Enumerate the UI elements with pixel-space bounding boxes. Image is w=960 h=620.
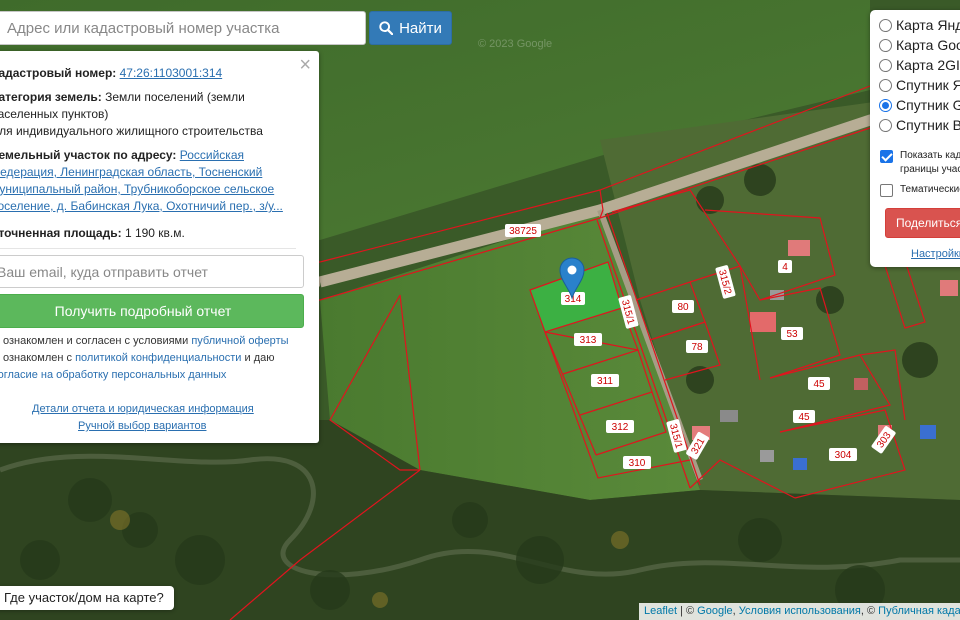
layer-label: Спутник Google — [896, 97, 960, 113]
layers-panel: Карта Яндекс Карта Google Карта 2GIS Спу… — [870, 10, 960, 267]
label-310: 310 — [623, 456, 651, 469]
svg-text:313: 313 — [580, 335, 597, 346]
share-button[interactable]: Поделиться — [885, 208, 960, 238]
personal-data-consent-link[interactable]: согласие на обработку персональных данны… — [0, 369, 226, 381]
radio-icon[interactable] — [879, 18, 892, 32]
svg-text:310: 310 — [629, 458, 646, 469]
where-on-map-button[interactable]: Где участок/дом на карте? — [0, 586, 174, 610]
checkbox-checked-icon[interactable] — [880, 150, 893, 163]
svg-text:45: 45 — [798, 412, 810, 423]
area-value: 1 190 кв.м. — [124, 226, 185, 240]
layer-yandex-map[interactable]: Карта Яндекс — [879, 17, 960, 33]
svg-text:304: 304 — [835, 450, 852, 461]
cadastral-number-link[interactable]: 47:26:1103001:314 — [120, 66, 223, 80]
label-38725: 38725 — [505, 224, 541, 237]
layer-label: Карта Google — [896, 37, 960, 53]
leaflet-link[interactable]: Leaflet — [644, 605, 677, 617]
label-45b: 45 — [793, 410, 815, 423]
privacy-policy-link[interactable]: политикой конфиденциальности — [75, 352, 241, 364]
agree-privacy-tail: и даю — [244, 352, 275, 364]
agree-offer-text: Я ознакомлен и согласен с условиями — [0, 335, 189, 347]
label-4: 4 — [778, 260, 792, 273]
cadastral-row: Кадастровый номер: 47:26:1103001:314 — [0, 65, 307, 82]
svg-text:80: 80 — [677, 302, 689, 313]
thematic-layers-toggle[interactable]: Тематические слои — [880, 183, 960, 197]
layer-yandex-satellite[interactable]: Спутник Яндекс — [879, 77, 960, 93]
label-304: 304 — [829, 448, 857, 461]
checkbox-icon[interactable] — [880, 183, 893, 197]
label-313: 313 — [574, 333, 602, 346]
label-312: 312 — [606, 420, 634, 433]
svg-text:312: 312 — [612, 422, 629, 433]
report-details-link[interactable]: Детали отчета и юридическая информация — [32, 403, 254, 415]
address-label: Земельный участок по адресу: — [0, 148, 177, 162]
label-45a: 45 — [808, 377, 830, 390]
category-label: Категория земель: — [0, 90, 102, 104]
radio-icon[interactable] — [879, 78, 892, 92]
search-icon — [379, 21, 394, 35]
pkk-link[interactable]: Публичная кадастровая карта — [878, 605, 960, 617]
layer-google-map[interactable]: Карта Google — [879, 37, 960, 53]
terms-link[interactable]: Условия использования — [739, 605, 861, 617]
layer-bing-satellite[interactable]: Спутник Bing — [879, 117, 960, 133]
settings-link[interactable]: Настройки — [911, 248, 960, 260]
parcel-info-panel: × Кадастровый номер: 47:26:1103001:314 К… — [0, 51, 319, 443]
area-row: Уточненная площадь: 1 190 кв.м. — [0, 225, 307, 242]
show-borders-line1: Показать кадастровые — [900, 150, 960, 161]
svg-text:45: 45 — [813, 379, 825, 390]
layer-2gis-map[interactable]: Карта 2GIS — [879, 57, 960, 73]
search-input[interactable] — [0, 11, 366, 45]
agreement-text: Я ознакомлен и согласен с условиями публ… — [0, 333, 308, 384]
radio-icon[interactable] — [879, 58, 892, 72]
divider — [0, 248, 296, 249]
email-field[interactable] — [0, 255, 304, 288]
public-offer-link[interactable]: публичной оферты — [191, 335, 288, 347]
search-button-label: Найти — [399, 19, 442, 37]
layer-google-satellite[interactable]: Спутник Google — [879, 97, 960, 113]
radio-icon[interactable] — [879, 38, 892, 52]
map-attribution: Leaflet | © Google, Условия использовани… — [639, 603, 960, 620]
search-button[interactable]: Найти — [369, 11, 452, 45]
radio-selected-icon[interactable] — [879, 98, 892, 112]
layer-label: Карта 2GIS — [896, 57, 960, 73]
svg-text:4: 4 — [782, 262, 788, 273]
label-311: 311 — [591, 374, 619, 387]
label-53: 53 — [781, 327, 803, 340]
radio-icon[interactable] — [879, 118, 892, 132]
svg-text:311: 311 — [597, 376, 613, 387]
get-report-button[interactable]: Получить подробный отчет — [0, 294, 304, 328]
area-label: Уточненная площадь: — [0, 226, 122, 240]
svg-text:53: 53 — [786, 329, 798, 340]
usage-value: Для индивидуального жилищного строительс… — [0, 124, 263, 138]
svg-text:38725: 38725 — [509, 226, 537, 237]
manual-selection-link[interactable]: Ручной выбор вариантов — [78, 420, 206, 432]
svg-text:78: 78 — [691, 342, 703, 353]
agree-privacy-text: Я ознакомлен с — [0, 352, 73, 364]
category-row: Категория земель: Земли поселений (земли… — [0, 89, 307, 140]
label-78: 78 — [686, 340, 708, 353]
show-borders-toggle[interactable]: Показать кадастровые границы участков — [880, 149, 960, 177]
cadastral-label: Кадастровый номер: — [0, 66, 117, 80]
label-80: 80 — [672, 300, 694, 313]
show-borders-line2: границы участков — [900, 164, 960, 175]
google-link[interactable]: Google — [697, 605, 732, 617]
layer-label: Спутник Яндекс — [896, 77, 960, 93]
show-borders-label: Показать кадастровые границы участков — [900, 149, 960, 177]
layer-label: Спутник Bing — [896, 117, 960, 133]
thematic-label: Тематические слои — [900, 184, 960, 195]
layer-label: Карта Яндекс — [896, 17, 960, 33]
address-row: Земельный участок по адресу: Российская … — [0, 147, 307, 215]
map-watermark: © 2023 Google — [478, 38, 553, 50]
